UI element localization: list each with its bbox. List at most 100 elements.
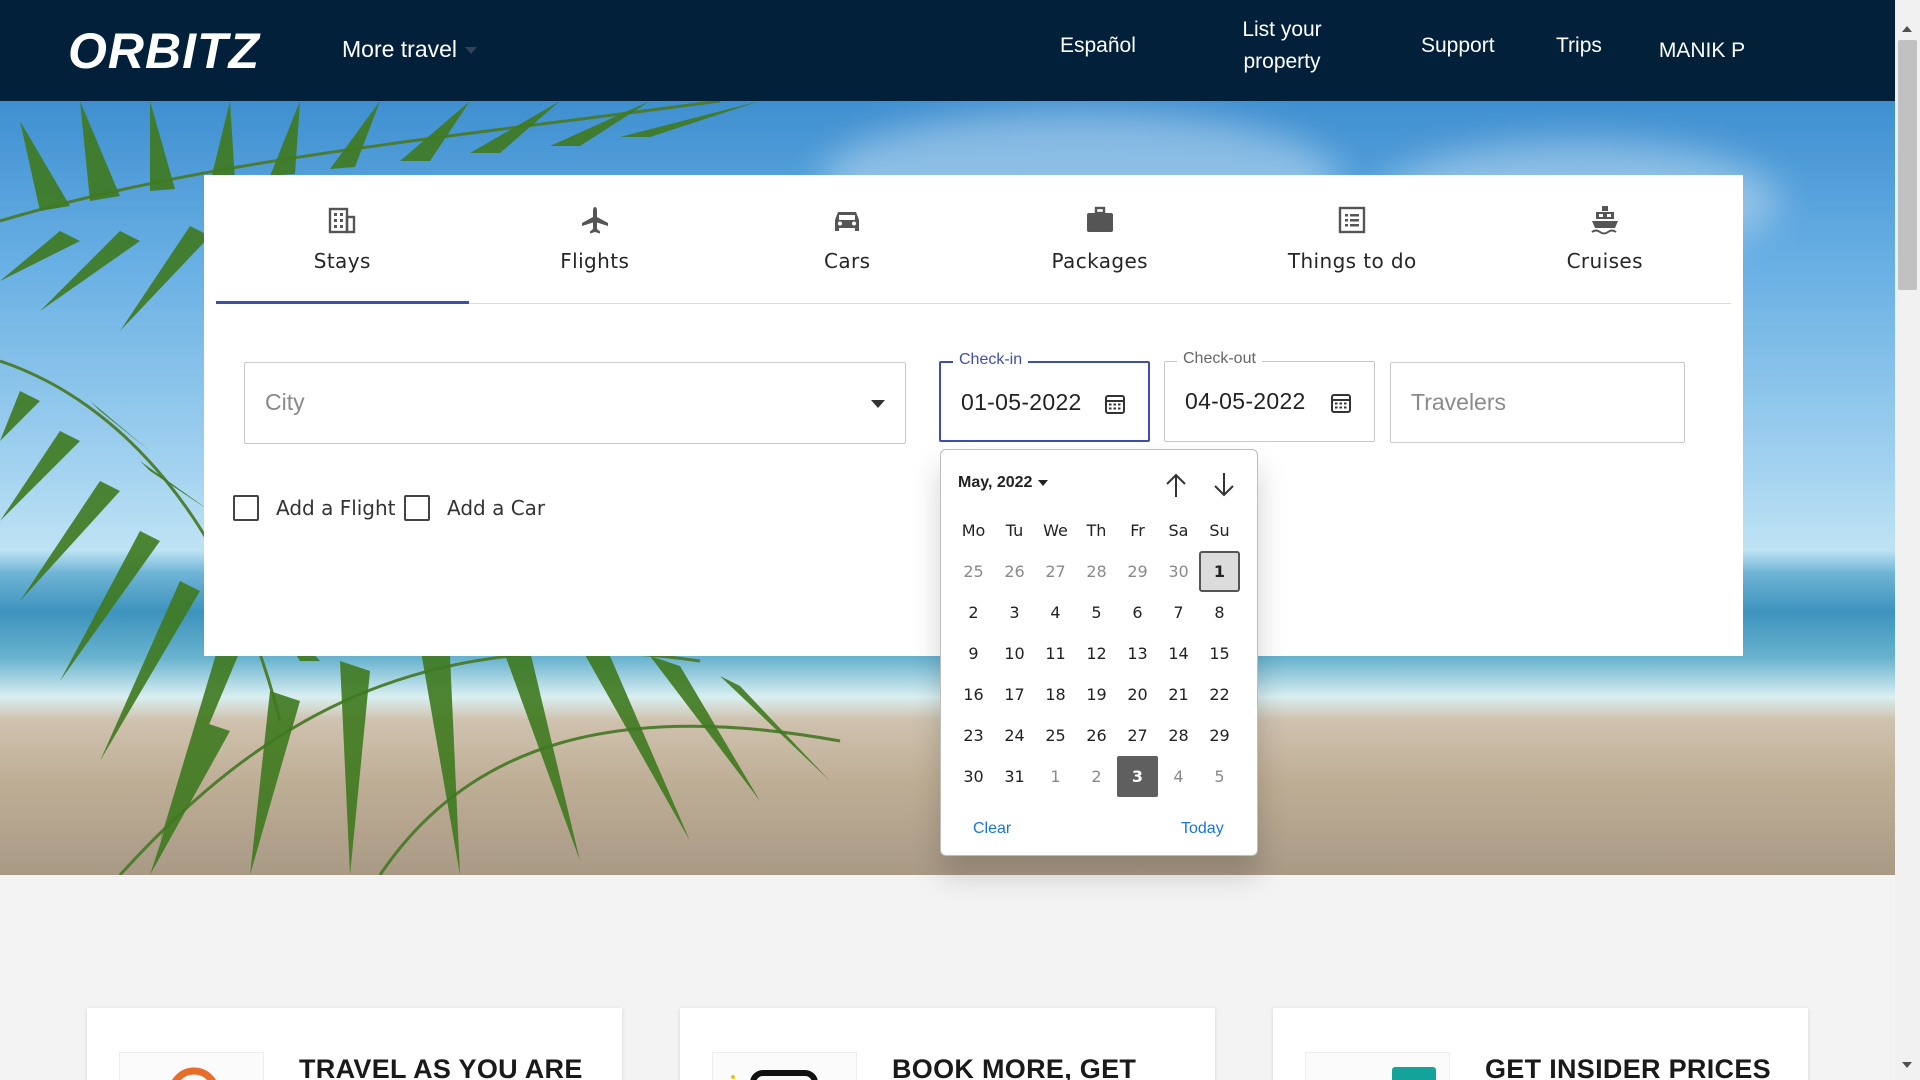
tab-cruises[interactable]: Cruises <box>1479 175 1732 303</box>
promo-card-insider-prices[interactable]: GET INSIDER PRICES <box>1273 1008 1808 1080</box>
calendar-day[interactable]: 30 <box>953 756 994 797</box>
calendar-day[interactable]: 27 <box>1035 551 1076 592</box>
calendar-day[interactable]: 14 <box>1158 633 1199 674</box>
promo-card-book-more[interactable]: BOOK MORE, GET <box>680 1008 1215 1080</box>
calendar-day[interactable]: 29 <box>1117 551 1158 592</box>
calendar-day[interactable]: 17 <box>994 674 1035 715</box>
add-flight-checkbox[interactable]: Add a Flight <box>233 495 396 521</box>
calendar-day[interactable]: 7 <box>1158 592 1199 633</box>
today-button[interactable]: Today <box>1181 820 1224 838</box>
calendar-day[interactable]: 8 <box>1199 592 1240 633</box>
calendar-day[interactable]: 12 <box>1076 633 1117 674</box>
nav-link-list-property[interactable]: List your property <box>1236 14 1328 78</box>
calendar-day[interactable]: 13 <box>1117 633 1158 674</box>
scroll-up-icon[interactable] <box>1902 26 1912 32</box>
calendar-day[interactable]: 1 <box>1035 756 1076 797</box>
scroll-down-icon[interactable] <box>1902 1062 1912 1068</box>
calendar-day[interactable]: 3 <box>994 592 1035 633</box>
calendar-day[interactable]: 27 <box>1117 715 1158 756</box>
promo-card-travel-as-you-are[interactable]: TRAVEL AS YOU ARE <box>87 1008 622 1080</box>
calendar-day[interactable]: 26 <box>1076 715 1117 756</box>
page-scrollbar[interactable] <box>1895 0 1920 1080</box>
calendar-day[interactable]: 31 <box>994 756 1035 797</box>
calendar-day[interactable]: 9 <box>953 633 994 674</box>
city-placeholder: City <box>265 389 305 415</box>
calendar-day[interactable]: 4 <box>1035 592 1076 633</box>
tab-stays[interactable]: Stays <box>216 175 469 304</box>
calendar-day[interactable]: 5 <box>1076 592 1117 633</box>
month-label: May, 2022 <box>958 474 1033 491</box>
calendar-icon[interactable] <box>1330 392 1352 419</box>
tab-packages[interactable]: Packages <box>974 175 1227 303</box>
weekday-header: Th <box>1086 521 1107 540</box>
tab-cars[interactable]: Cars <box>721 175 974 303</box>
calendar-day[interactable]: 11 <box>1035 633 1076 674</box>
add-car-checkbox[interactable]: Add a Car <box>404 495 545 521</box>
more-travel-label: More travel <box>342 36 458 62</box>
travelers-field[interactable]: Travelers <box>1390 362 1685 443</box>
tab-flights[interactable]: Flights <box>469 175 722 303</box>
arrow-down-icon[interactable] <box>1209 470 1239 500</box>
checkbox-box[interactable] <box>233 495 259 521</box>
calendar-day[interactable]: 25 <box>953 551 994 592</box>
suitcase-icon <box>1085 205 1115 235</box>
calendar-day[interactable]: 5 <box>1199 756 1240 797</box>
user-account-menu[interactable]: MANIK P <box>1632 0 1772 101</box>
check-out-label: Check-out <box>1177 350 1262 368</box>
arrow-up-icon[interactable] <box>1161 470 1191 500</box>
check-in-label: Check-in <box>953 351 1029 369</box>
calendar-day[interactable]: 2 <box>1076 756 1117 797</box>
travel-tabs: Stays Flights Cars Packages Things to do <box>216 175 1731 304</box>
calendar-day[interactable]: 28 <box>1158 715 1199 756</box>
check-out-value: 04-05-2022 <box>1185 388 1306 414</box>
car-icon <box>832 205 862 235</box>
calendar-day[interactable]: 24 <box>994 715 1035 756</box>
calendar-day[interactable]: 15 <box>1199 633 1240 674</box>
nav-link-espanol[interactable]: Español <box>1060 30 1136 62</box>
tab-label: Packages <box>1051 249 1149 273</box>
tab-label: Stays <box>313 249 371 273</box>
month-year-selector[interactable]: May, 2022 <box>958 474 1049 492</box>
calendar-day[interactable]: 4 <box>1158 756 1199 797</box>
orbitz-logo[interactable]: ORBITZ <box>66 24 306 74</box>
calendar-day[interactable]: 3 <box>1117 756 1158 797</box>
travelers-placeholder: Travelers <box>1411 389 1506 415</box>
check-out-field[interactable]: Check-out 04-05-2022 <box>1164 350 1375 442</box>
calendar-day[interactable]: 21 <box>1158 674 1199 715</box>
calendar-day[interactable]: 28 <box>1076 551 1117 592</box>
calendar-day[interactable]: 20 <box>1117 674 1158 715</box>
calendar-day[interactable]: 10 <box>994 633 1035 674</box>
tab-label: Cars <box>824 249 871 273</box>
tab-label: Cruises <box>1566 249 1643 273</box>
nav-link-support[interactable]: Support <box>1421 30 1495 62</box>
checkbox-box[interactable] <box>404 495 430 521</box>
weekday-header: We <box>1043 521 1068 540</box>
check-in-field[interactable]: Check-in 01-05-2022 <box>939 351 1150 442</box>
nav-link-trips[interactable]: Trips <box>1556 30 1602 62</box>
calendar-day[interactable]: 2 <box>953 592 994 633</box>
tab-things-to-do[interactable]: Things to do <box>1226 175 1479 303</box>
add-flight-label: Add a Flight <box>276 496 396 520</box>
calendar-day[interactable]: 25 <box>1035 715 1076 756</box>
scrollbar-thumb[interactable] <box>1898 40 1917 290</box>
calendar-day[interactable]: 18 <box>1035 674 1076 715</box>
calendar-day[interactable]: 29 <box>1199 715 1240 756</box>
calendar-day[interactable]: 6 <box>1117 592 1158 633</box>
calendar-day[interactable]: 1 <box>1199 551 1240 592</box>
calendar-day[interactable]: 23 <box>953 715 994 756</box>
calendar-day[interactable]: 16 <box>953 674 994 715</box>
weekday-header: Su <box>1209 521 1230 540</box>
calendar-day[interactable]: 22 <box>1199 674 1240 715</box>
calendar-day[interactable]: 26 <box>994 551 1035 592</box>
clear-button[interactable]: Clear <box>973 820 1011 838</box>
add-car-label: Add a Car <box>447 496 546 520</box>
more-travel-menu[interactable]: More travel <box>342 36 478 63</box>
list-icon <box>1337 205 1367 235</box>
top-navbar: ORBITZ More travel Español List your pro… <box>0 0 1895 101</box>
weekday-header: Fr <box>1130 521 1145 540</box>
calendar-day[interactable]: 30 <box>1158 551 1199 592</box>
calendar-icon[interactable] <box>1104 393 1126 420</box>
city-dropdown[interactable]: City <box>244 362 906 444</box>
calendar-day[interactable]: 19 <box>1076 674 1117 715</box>
promo-image <box>1305 1052 1450 1080</box>
